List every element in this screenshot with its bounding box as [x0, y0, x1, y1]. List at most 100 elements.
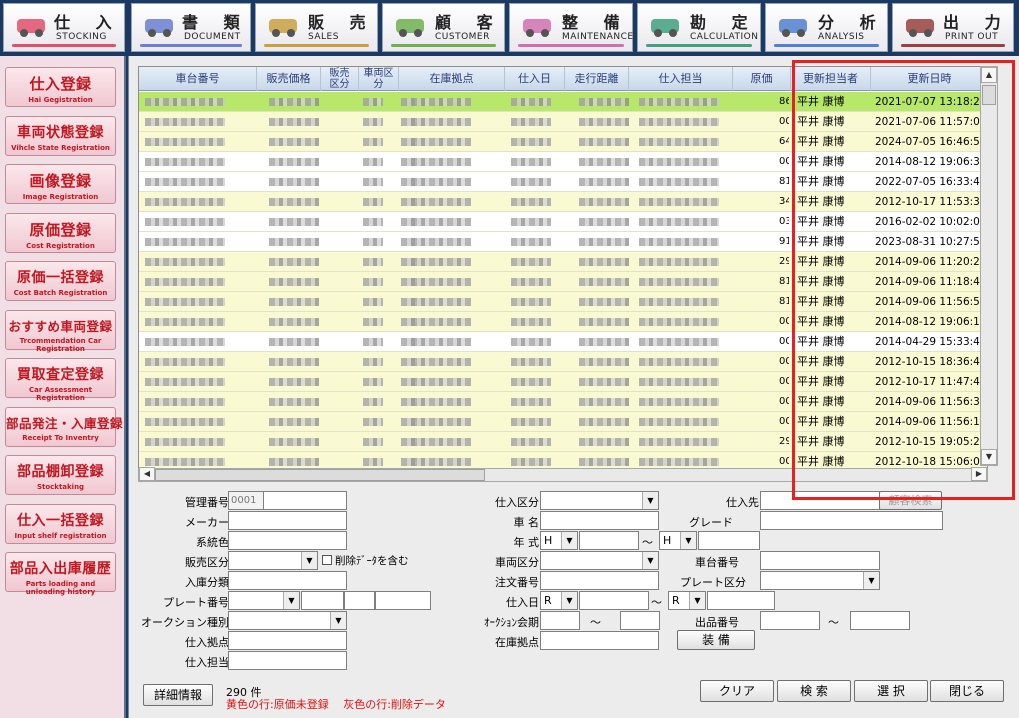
kanri-number-field[interactable] — [263, 491, 347, 510]
plate-field-1[interactable] — [301, 591, 344, 610]
table-row[interactable]: 00 平井 康博 2021-07-06 11:57:04 — [139, 112, 987, 132]
shiire-kyoten-field[interactable] — [228, 631, 347, 650]
nav-sales-button[interactable]: 販 売 SALES — [255, 3, 378, 52]
auction-kaiki-from[interactable] — [540, 611, 580, 630]
shuppin-to[interactable] — [850, 611, 910, 630]
nav-analysis-button[interactable]: 分 析 ANALYSIS — [765, 3, 888, 52]
horizontal-scrollbar[interactable]: ◀ ▶ — [138, 467, 988, 482]
column-header[interactable]: 在庫拠点 — [399, 67, 505, 91]
nenshiki-to-field[interactable] — [698, 531, 760, 550]
grade-field[interactable] — [760, 511, 943, 530]
nenshiki-from-field[interactable] — [579, 531, 639, 550]
nav-maintenance-button[interactable]: 整 備 MAINTENANCE — [509, 3, 633, 52]
maker-field[interactable] — [228, 511, 347, 530]
shiirebi-from-field[interactable] — [579, 591, 649, 610]
chevron-down-icon: ▼ — [863, 572, 879, 589]
shiirebi-to-era[interactable]: R ▼ — [668, 591, 706, 610]
shiiresaki-field[interactable] — [760, 491, 880, 510]
sidebar-item-6[interactable]: 買取査定登録 Car Assessment Registration — [5, 358, 116, 402]
table-row[interactable]: 81 平井 康博 2014-09-06 11:56:50 — [139, 292, 987, 312]
plate-select[interactable]: ▼ — [228, 591, 300, 610]
column-header[interactable]: 販売区分 — [321, 67, 359, 91]
sidebar-item-3[interactable]: 原価登録 Cost Registration — [5, 212, 116, 253]
column-header[interactable]: 更新日時 — [871, 67, 987, 91]
shamei-field[interactable] — [540, 511, 659, 530]
sidebar-item-5[interactable]: おすすめ車両登録 Trcommendation Car Registration — [5, 309, 116, 353]
scroll-thumb[interactable] — [982, 85, 996, 105]
hscroll-thumb[interactable] — [155, 469, 485, 481]
sidebar-item-8[interactable]: 部品棚卸登録 Stocktaking — [5, 455, 116, 495]
table-row[interactable]: 00 平井 康博 2014-08-12 19:06:18 — [139, 312, 987, 332]
table-row[interactable]: 81 平井 康博 2014-09-06 11:18:42 — [139, 272, 987, 292]
kokyaku-search-button[interactable]: 顧客検索 — [879, 491, 942, 510]
table-row[interactable]: 91 平井 康博 2023-08-31 10:27:57 — [139, 232, 987, 252]
masked-cell — [363, 178, 383, 186]
table-row[interactable]: 86 平井 康博 2021-07-07 13:18:26 — [139, 92, 987, 112]
close-button[interactable]: 閉じる — [930, 680, 1004, 702]
table-row[interactable]: 64 平井 康博 2024-07-05 16:46:50 — [139, 132, 987, 152]
nyuko-field[interactable] — [228, 571, 347, 590]
table-row[interactable]: 00 平井 康博 2012-10-17 11:47:45 — [139, 372, 987, 392]
table-row[interactable]: 00 平井 康博 2014-09-06 11:56:34 — [139, 392, 987, 412]
nav-document-button[interactable]: 書 類 DOCUMENT — [131, 3, 251, 52]
sidebar-item-9[interactable]: 仕入一括登録 Input shelf registration — [5, 503, 116, 544]
plate-field-3[interactable] — [375, 591, 431, 610]
column-header[interactable]: 車台番号 — [139, 67, 257, 91]
column-header[interactable]: 車両区分 — [359, 67, 399, 91]
chumon-field[interactable] — [540, 571, 659, 590]
sharyo-kubun-select[interactable]: ▼ — [540, 551, 659, 570]
color-field[interactable] — [228, 531, 347, 550]
sidebar-item-4[interactable]: 原価一括登録 Cost Batch Registration — [5, 261, 116, 301]
nenshiki-from-era[interactable]: H ▼ — [540, 531, 578, 550]
column-header[interactable]: 販売価格 — [257, 67, 321, 91]
nav-calculation-button[interactable]: 勘 定 CALCULATION — [637, 3, 761, 52]
table-row[interactable]: 03 平井 康博 2016-02-02 10:02:05 — [139, 212, 987, 232]
scroll-up-icon[interactable]: ▲ — [981, 67, 997, 83]
plate-field-2[interactable] — [344, 591, 375, 610]
shuppin-from[interactable] — [760, 611, 820, 630]
zaiko-kyoten-field[interactable] — [540, 631, 659, 650]
table-row[interactable]: 29 平井 康博 2014-09-06 11:20:23 — [139, 252, 987, 272]
column-header[interactable]: 仕入担当 — [629, 67, 733, 91]
select-button[interactable]: 選 択 — [854, 680, 928, 702]
sidebar-item-1[interactable]: 車両状態登録 Vihcle State Registration — [5, 115, 116, 156]
detail-info-button[interactable]: 詳細情報 — [143, 684, 213, 706]
deleted-checkbox[interactable] — [322, 555, 332, 565]
clear-button[interactable]: クリア — [700, 680, 774, 702]
auction-select[interactable]: ▼ — [228, 611, 347, 630]
shiirebi-to-field[interactable] — [707, 591, 775, 610]
table-row[interactable]: 29 平井 康博 2012-10-15 19:05:23 — [139, 432, 987, 452]
column-header[interactable]: 仕入日 — [505, 67, 565, 91]
scroll-right-icon[interactable]: ▶ — [971, 467, 987, 481]
sidebar-item-2[interactable]: 画像登録 Image Registration — [5, 164, 116, 204]
column-header[interactable]: 走行距離 — [565, 67, 629, 91]
table-row[interactable]: 81 平井 康博 2022-07-05 16:33:42 — [139, 172, 987, 192]
vertical-scrollbar[interactable]: ▲ ▼ — [980, 66, 998, 466]
hanbai-select[interactable]: ▼ — [228, 551, 318, 570]
scroll-left-icon[interactable]: ◀ — [139, 467, 155, 481]
column-header[interactable]: 更新担当者 — [791, 67, 871, 91]
kanri-prefix-field[interactable]: 0001 — [228, 491, 264, 510]
nenshiki-to-era[interactable]: H ▼ — [659, 531, 697, 550]
column-header[interactable]: 原価 — [733, 67, 791, 91]
sidebar-item-10[interactable]: 部品入出庫履歴 Parts loading and unloading histo… — [5, 552, 116, 596]
nav-stocking-button[interactable]: 仕 入 STOCKING — [3, 3, 125, 52]
nav-customer-button[interactable]: 顧 客 CUSTOMER — [382, 3, 505, 52]
table-row[interactable]: 00 平井 康博 2014-09-06 11:56:10 — [139, 412, 987, 432]
nav-print-out-button[interactable]: 出 力 PRINT OUT — [892, 3, 1014, 52]
table-row[interactable]: 00 平井 康博 2014-04-29 15:33:41 — [139, 332, 987, 352]
scroll-down-icon[interactable]: ▼ — [981, 449, 997, 465]
shiire-kubun-select[interactable]: ▼ — [540, 491, 659, 510]
table-row[interactable]: 34 平井 康博 2012-10-17 11:53:38 — [139, 192, 987, 212]
sidebar-item-0[interactable]: 仕入登録 Hai Gegistration — [5, 67, 116, 107]
shadai-field[interactable] — [760, 551, 880, 570]
plate-kubun-select[interactable]: ▼ — [760, 571, 880, 590]
table-row[interactable]: 00 平井 康博 2012-10-15 18:36:42 — [139, 352, 987, 372]
table-row[interactable]: 00 平井 康博 2014-08-12 19:06:35 — [139, 152, 987, 172]
chevron-down-icon: ▼ — [680, 532, 696, 549]
shiirebi-from-era[interactable]: R ▼ — [540, 591, 578, 610]
search-button[interactable]: 検 索 — [777, 680, 851, 702]
shiire-tanto-field[interactable] — [228, 651, 347, 670]
sidebar-item-7[interactable]: 部品発注・入庫登録 Receipt To Inventry — [5, 406, 123, 447]
soubi-button[interactable]: 装 備 — [677, 630, 755, 650]
